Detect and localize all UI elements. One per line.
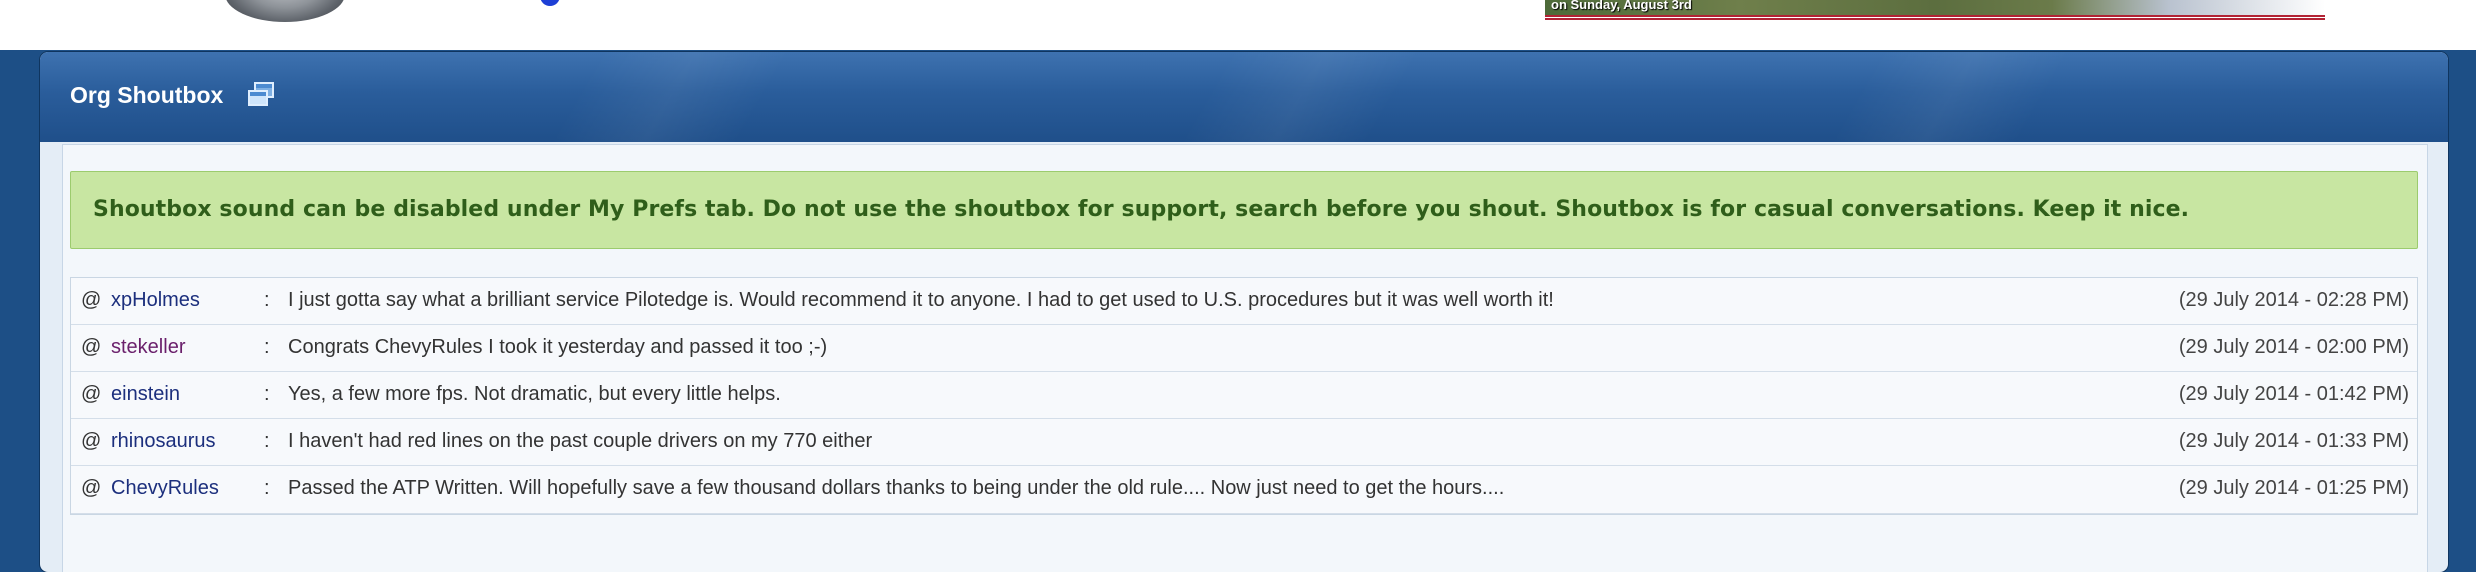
shout-message: Yes, a few more fps. Not dramatic, but e… — [288, 383, 781, 405]
shout-message: Passed the ATP Written. Will hopefully s… — [288, 477, 1505, 499]
mention-button[interactable]: @ — [81, 383, 101, 406]
shout-row: @ xpHolmes : I just gotta say what a bri… — [71, 278, 2417, 325]
shout-username[interactable]: rhinosaurus — [111, 430, 216, 453]
shout-separator: : — [264, 336, 270, 358]
header-decoration — [1090, 52, 1510, 142]
shoutbox-title: Org Shoutbox — [70, 82, 224, 108]
mention-button[interactable]: @ — [81, 289, 101, 312]
mention-button[interactable]: @ — [81, 477, 101, 500]
shoutbox-body: Shoutbox sound can be disabled under My … — [62, 144, 2428, 572]
shout-username[interactable]: einstein — [111, 383, 180, 406]
shout-timestamp: (29 July 2014 - 02:00 PM) — [2178, 336, 2409, 358]
window-icon[interactable] — [248, 82, 276, 108]
site-logo[interactable] — [225, 0, 345, 22]
shout-timestamp: (29 July 2014 - 02:28 PM) — [2178, 289, 2409, 311]
shoutbox-notice: Shoutbox sound can be disabled under My … — [70, 171, 2418, 249]
header-decoration — [1740, 52, 2160, 142]
mention-button[interactable]: @ — [81, 430, 101, 453]
shout-username[interactable]: xpHolmes — [111, 289, 200, 312]
shout-separator: : — [264, 383, 270, 405]
shout-separator: : — [264, 289, 270, 311]
shout-message: I haven't had red lines on the past coup… — [288, 430, 873, 452]
shout-username[interactable]: ChevyRules — [111, 477, 219, 500]
shoutbox-header: Org Shoutbox — [40, 52, 2448, 142]
shout-timestamp: (29 July 2014 - 01:42 PM) — [2178, 383, 2409, 405]
logo-mark — [540, 0, 560, 6]
shout-username[interactable]: stekeller — [111, 336, 185, 359]
shout-timestamp: (29 July 2014 - 01:25 PM) — [2178, 477, 2409, 499]
mention-button[interactable]: @ — [81, 336, 101, 359]
banner-text: on Sunday, August 3rd — [1551, 0, 1692, 12]
shout-row: @ ChevyRules : Passed the ATP Written. W… — [71, 466, 2417, 514]
shout-list: @ xpHolmes : I just gotta say what a bri… — [70, 277, 2418, 515]
shout-message: I just gotta say what a brilliant servic… — [288, 289, 1554, 311]
header-decoration — [460, 52, 880, 142]
shout-message: Congrats ChevyRules I took it yesterday … — [288, 336, 828, 358]
window-icon-front — [248, 90, 268, 106]
ad-banner[interactable]: on Sunday, August 3rd — [1545, 0, 2325, 20]
notice-text: Shoutbox sound can be disabled under My … — [93, 197, 2190, 222]
site-header-strip: on Sunday, August 3rd — [0, 0, 2476, 50]
shout-row: @ einstein : Yes, a few more fps. Not dr… — [71, 372, 2417, 419]
shout-row: @ stekeller : Congrats ChevyRules I took… — [71, 325, 2417, 372]
shoutbox-panel: Org Shoutbox Shoutbox sound can be disab… — [40, 52, 2448, 572]
shout-row: @ rhinosaurus : I haven't had red lines … — [71, 419, 2417, 466]
shout-separator: : — [264, 430, 270, 452]
shout-timestamp: (29 July 2014 - 01:33 PM) — [2178, 430, 2409, 452]
shout-separator: : — [264, 477, 270, 499]
